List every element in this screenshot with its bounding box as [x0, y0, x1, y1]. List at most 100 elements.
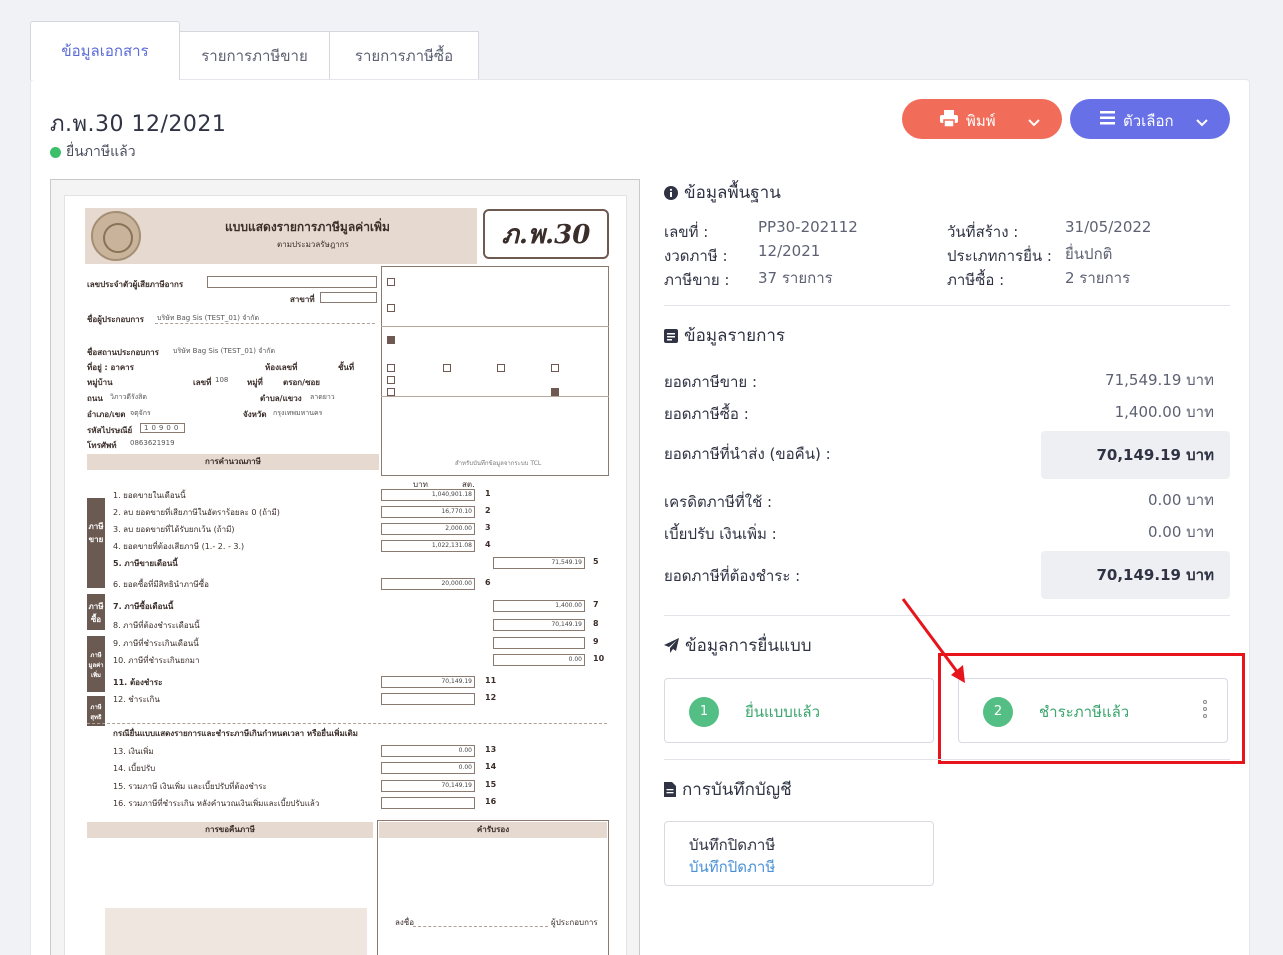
- form-line-label: 9. ภาษีที่ชำระเกินเดือนนี้: [113, 639, 199, 648]
- sales-tax-count-label: ภาษีขาย :: [664, 271, 730, 289]
- page-title: ภ.พ.30 12/2021: [50, 112, 227, 137]
- tax-credit-value: 0.00 บาท: [1148, 491, 1214, 509]
- form-line-label: 14. เบี้ยปรับ: [113, 764, 156, 773]
- purchase-tax-count-value: 2 รายการ: [1065, 269, 1131, 287]
- items-title: ข้อมูลรายการ: [684, 326, 786, 346]
- side-sell-label: ภาษีขาย: [87, 498, 105, 588]
- form-line-label: 10. ภาษีที่ชำระเกินยกมา: [113, 656, 200, 665]
- address-label: ที่อยู่ : อาคาร: [87, 363, 134, 372]
- printer-icon: [940, 110, 958, 131]
- file-icon: [664, 782, 676, 797]
- chevron-down-icon: [1028, 113, 1040, 131]
- form-header: แบบแสดงรายการภาษีมูลค่าเพิ่ม ตามประมวลรั…: [85, 208, 477, 264]
- late-note: กรณียื่นแบบแสดงรายการและชำระภาษีเกินกำหน…: [113, 729, 358, 738]
- business-value: บริษัท Bag Sis (TEST_01) จำกัด: [173, 347, 276, 355]
- net-tax-label: ยอดภาษีที่นำส่ง (ขอคืน) :: [664, 445, 831, 463]
- form-line-label: 5. ภาษีขายเดือนนี้: [113, 559, 178, 568]
- phone-label: โทรศัพท์: [87, 441, 117, 450]
- tax-payable-value: 70,149.19 บาท: [1041, 551, 1230, 599]
- form-subtitle: ตามประมวลรัษฎากร: [277, 240, 349, 249]
- province-value: กรุงเทพมหานคร: [273, 409, 323, 417]
- accounting-entry-link[interactable]: บันทึกปิดภาษี: [689, 855, 775, 879]
- refund-section-bar: การขอคืนภาษี: [87, 822, 373, 838]
- zip-label: รหัสไปรษณีย์: [87, 426, 133, 435]
- phone-value: 0863621919: [130, 439, 175, 447]
- form-line-number: 14: [485, 762, 497, 771]
- form-line-label: 16. รวมภาษีที่ชำระเกิน หลังคำนวณเงินเพิ่…: [113, 799, 320, 808]
- form-line-label: 3. ลบ ยอดขายที่ได้รับยกเว้น (ถ้ามี): [113, 525, 235, 534]
- sign-label: ลงชื่อ: [395, 918, 415, 927]
- form-line-value: 71,549.19: [493, 557, 585, 569]
- form-line-number: 15: [485, 780, 497, 789]
- tab-sales-tax[interactable]: รายการภาษีขาย: [179, 31, 330, 80]
- stamp-note: สำหรับบันทึกข้อมูลจากระบบ TCL: [455, 460, 542, 467]
- form-line-value: 20,000.00: [381, 578, 475, 590]
- filing-step-submitted[interactable]: 1 ยื่นแบบแล้ว: [664, 678, 934, 743]
- penalty-value: 0.00 บาท: [1148, 523, 1214, 541]
- form-title: แบบแสดงรายการภาษีมูลค่าเพิ่ม: [225, 220, 390, 234]
- document-preview[interactable]: แบบแสดงรายการภาษีมูลค่าเพิ่ม ตามประมวลรั…: [50, 179, 640, 955]
- village-label: หมู่บ้าน: [87, 378, 113, 387]
- form-code: ภ.พ.30: [483, 209, 609, 259]
- refund-text: [105, 856, 107, 864]
- print-button[interactable]: พิมพ์: [902, 99, 1062, 139]
- calc-section-bar: การคำนวณภาษี: [87, 454, 379, 470]
- form-line-value: [381, 693, 475, 705]
- annotation-arrow-icon: [901, 598, 965, 683]
- options-label: ตัวเลือก: [1123, 112, 1174, 130]
- number-label: เลขที่ :: [664, 223, 709, 241]
- district-label: อำเภอ/เขต: [87, 410, 126, 419]
- form-line-label: 8. ภาษีที่ต้องชำระเดือนนี้: [113, 621, 200, 630]
- list-card-icon: [664, 328, 678, 343]
- form-line-value: [381, 797, 475, 809]
- purchase-tax-total-value: 1,400.00 บาท: [1114, 403, 1214, 421]
- tab-bar: ข้อมูลเอกสาร รายการภาษีขาย รายการภาษีซื้…: [30, 21, 479, 80]
- period-label: งวดภาษี :: [664, 247, 728, 265]
- form-line-number: 1: [485, 489, 491, 498]
- tax-credit-label: เครดิตภาษีที่ใช้ :: [664, 493, 773, 511]
- form-line-value: 16,770.10: [381, 506, 475, 518]
- status-label: ยื่นภาษีแล้ว: [66, 144, 136, 160]
- branch-boxes: [320, 292, 377, 303]
- province-label: จังหวัด: [243, 410, 267, 419]
- filing-title: ข้อมูลการยื่นแบบ: [685, 636, 812, 656]
- road-value: วิภาวดีรังสิต: [110, 393, 147, 401]
- subdistrict-label: ตำบล/แขวง: [260, 394, 302, 403]
- operator-label: ชื่อผู้ประกอบการ: [87, 315, 144, 324]
- form-line-label: 6. ยอดซื้อที่มีสิทธินำภาษีซื้อ: [113, 580, 209, 589]
- tab-document-info[interactable]: ข้อมูลเอกสาร: [30, 21, 180, 80]
- tab-purchase-tax[interactable]: รายการภาษีซื้อ: [329, 31, 479, 80]
- house-no-label: เลขที่: [193, 378, 212, 387]
- options-button[interactable]: ตัวเลือก: [1070, 99, 1230, 139]
- accounting-title: การบันทึกบัญชี: [682, 780, 792, 800]
- form-line-label: 13. เงินเพิ่ม: [113, 747, 154, 756]
- form-line-number: 11: [485, 676, 497, 685]
- side-net2-label: ภาษีสุทธิ: [87, 696, 105, 726]
- form-line-number: 2: [485, 506, 491, 515]
- form-line-value: 70,149.19: [381, 780, 475, 792]
- step-number: 1: [689, 697, 719, 727]
- filing-heading: ข้อมูลการยื่นแบบ: [664, 632, 812, 659]
- taxpayer-id-boxes: [207, 276, 377, 288]
- floor-label: ชั้นที่: [338, 363, 355, 372]
- form-line-number: 9: [593, 637, 599, 646]
- side-buy-label: ภาษีซื้อ: [87, 594, 105, 630]
- accounting-entry-card[interactable]: บันทึกปิดภาษี บันทึกปิดภาษี: [664, 821, 934, 886]
- form-line-value: 1,040,901.18: [381, 489, 475, 501]
- refund-box: [105, 908, 367, 955]
- moo-label: หมู่ที่: [247, 378, 263, 387]
- items-heading: ข้อมูลรายการ: [664, 322, 785, 349]
- highlight-box: [938, 653, 1245, 764]
- form-line-number: 10: [593, 654, 605, 663]
- net-tax-value: 70,149.19 บาท: [1041, 431, 1230, 479]
- form-line-value: 70,149.19: [381, 676, 475, 688]
- status-badge: ยื่นภาษีแล้ว: [50, 141, 136, 163]
- status-dot-icon: [50, 146, 61, 158]
- house-no-value: 108: [215, 376, 229, 384]
- subdistrict-value: ลาดยาว: [310, 393, 335, 401]
- tax-payable-label: ยอดภาษีที่ต้องชำระ :: [664, 567, 801, 585]
- form-line-number: 3: [485, 523, 491, 532]
- sales-tax-count-value: 37 รายการ: [758, 269, 833, 287]
- form-line-label: 15. รวมภาษี เงินเพิ่ม และเบี้ยปรับที่ต้อ…: [113, 782, 267, 791]
- form-line-value: 1,400.00: [493, 600, 585, 612]
